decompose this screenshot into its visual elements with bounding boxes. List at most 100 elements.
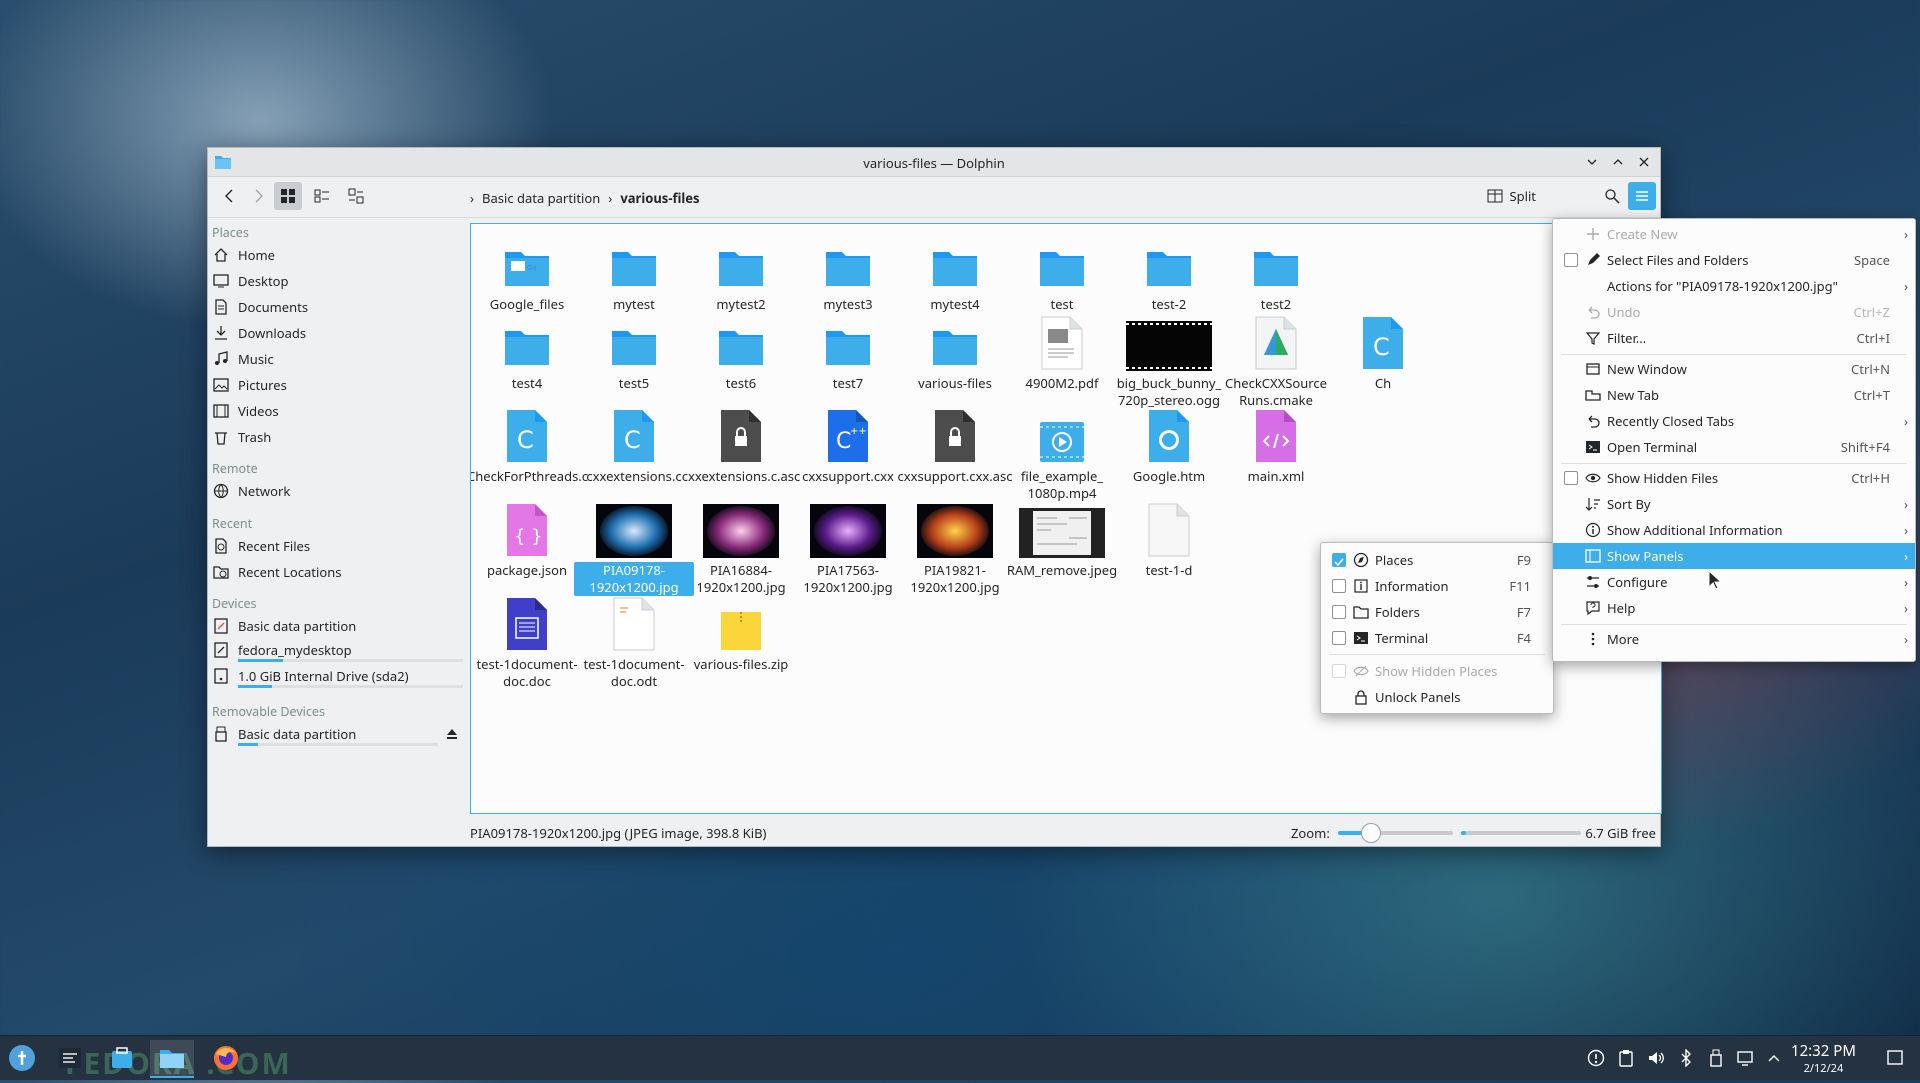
sidebar-item-documents[interactable]: Documents	[212, 295, 462, 319]
menu-item[interactable]: Show Panels ›	[1553, 543, 1915, 569]
sidebar-item-network[interactable]: Network	[212, 479, 462, 503]
file-item[interactable]: test-2	[1109, 230, 1229, 313]
menu-item[interactable]: Recently Closed Tabs ›	[1553, 408, 1915, 434]
compact-view-button[interactable]	[308, 182, 336, 210]
breadcrumb-current[interactable]: various-files	[620, 189, 699, 207]
network-manager-icon[interactable]	[1586, 1048, 1606, 1068]
removable-devices-icon[interactable]	[1706, 1048, 1726, 1068]
taskbar-app-discover[interactable]	[100, 1040, 144, 1076]
panels-menu-item[interactable]: Folders F7	[1321, 599, 1553, 625]
menu-item[interactable]: More ›	[1553, 626, 1915, 652]
menu-checkbox[interactable]	[1564, 253, 1578, 267]
menu-checkbox[interactable]	[1564, 471, 1578, 485]
menu-item[interactable]: Filter... Ctrl+I	[1553, 325, 1915, 351]
file-view[interactable]: Go Google_files mytest mytest2 mytest3 mytest…	[470, 223, 1662, 814]
taskbar-app-settings[interactable]	[48, 1040, 92, 1076]
file-item[interactable]: Go Google_files	[471, 230, 587, 313]
sidebar-item-videos[interactable]: Videos	[212, 399, 462, 423]
volume-icon[interactable]	[1646, 1048, 1666, 1068]
file-item[interactable]: mytest3	[788, 230, 908, 313]
hamburger-menu-button[interactable]	[1628, 182, 1656, 210]
unchecked-checkbox[interactable]	[1332, 579, 1346, 593]
file-item[interactable]: mytest4	[895, 230, 1015, 313]
file-item[interactable]: 4900M2.pdf	[1002, 309, 1122, 392]
file-item[interactable]: PIA09178- 1920x1200.jpg	[574, 496, 694, 596]
file-item[interactable]: PIA16884- 1920x1200.jpg	[681, 496, 801, 596]
menu-item[interactable]: Configure ›	[1553, 569, 1915, 595]
sidebar-item-desktop[interactable]: Desktop	[212, 269, 462, 293]
file-item[interactable]: test5	[574, 309, 694, 392]
menu-item[interactable]: Help ›	[1553, 595, 1915, 621]
file-item[interactable]: test-1document- doc.doc	[471, 590, 587, 690]
details-view-button[interactable]	[342, 182, 370, 210]
taskbar-app-firefox[interactable]	[204, 1040, 248, 1076]
zoom-slider-handle[interactable]	[1361, 823, 1381, 843]
application-launcher[interactable]	[0, 1040, 44, 1076]
close-button[interactable]	[1634, 152, 1654, 172]
digital-clock[interactable]: 12:32 PM 2/12/24	[1791, 1041, 1856, 1076]
file-item[interactable]: test2	[1216, 230, 1336, 313]
file-item[interactable]: test7	[788, 309, 908, 392]
file-item[interactable]: mytest2	[681, 230, 801, 313]
menu-item[interactable]: Open Terminal Shift+F4	[1553, 434, 1915, 460]
file-item[interactable]: main.xml	[1216, 402, 1336, 485]
file-item[interactable]: file_example_ 1080p.mp4	[1002, 402, 1122, 502]
show-hidden-icons-icon[interactable]	[1764, 1048, 1784, 1068]
panels-menu-item[interactable]: Unlock Panels	[1321, 684, 1553, 710]
forward-button[interactable]	[244, 182, 272, 210]
file-item[interactable]: PIA17563- 1920x1200.jpg	[788, 496, 908, 596]
sidebar-item-recent-files[interactable]: Recent Files	[212, 534, 462, 558]
sidebar-item-recent-locations[interactable]: Recent Locations	[212, 560, 462, 584]
menu-item[interactable]: Select Files and Folders Space	[1553, 247, 1915, 273]
zoom-slider[interactable]	[1338, 831, 1453, 835]
menu-item[interactable]: Show Additional Information ›	[1553, 517, 1915, 543]
panels-menu-item[interactable]: Places F9	[1321, 547, 1553, 573]
search-button[interactable]	[1598, 182, 1626, 210]
sidebar-item-basic-data-partition[interactable]: Basic data partition	[212, 614, 462, 638]
file-item[interactable]: mytest	[574, 230, 694, 313]
file-item[interactable]: cxxsupport.cxx.asc	[895, 402, 1015, 485]
minimize-button[interactable]	[1582, 152, 1602, 172]
show-desktop-icon[interactable]	[1885, 1048, 1905, 1068]
display-configuration-icon[interactable]	[1736, 1048, 1756, 1068]
panels-menu-item[interactable]: Information F11	[1321, 573, 1553, 599]
file-item[interactable]: C ++ cxxsupport.cxx	[788, 402, 908, 485]
sidebar-item-trash[interactable]: Trash	[212, 425, 462, 449]
icons-view-button[interactable]	[274, 182, 302, 210]
sidebar-item-music[interactable]: Music	[212, 347, 462, 371]
file-item[interactable]: various-files	[895, 309, 1015, 392]
file-item[interactable]: test-1document- doc.odt	[574, 590, 694, 690]
menu-item[interactable]: Show Hidden Files Ctrl+H	[1553, 465, 1915, 491]
file-item[interactable]: cxxextensions.c.asc	[681, 402, 801, 485]
eject-icon[interactable]	[445, 726, 459, 744]
file-item[interactable]: Google.htm	[1109, 402, 1229, 485]
unchecked-checkbox[interactable]	[1332, 605, 1346, 619]
file-item[interactable]: CheckCXXSource Runs.cmake	[1216, 309, 1336, 409]
breadcrumb-item[interactable]: Basic data partition	[482, 189, 600, 207]
unchecked-checkbox[interactable]	[1332, 631, 1346, 645]
file-item[interactable]: C Ch	[1323, 309, 1443, 392]
clipboard-icon[interactable]	[1616, 1048, 1636, 1068]
titlebar[interactable]: various-files — Dolphin	[208, 148, 1660, 177]
sidebar-item-home[interactable]: Home	[212, 243, 462, 267]
file-item[interactable]: test4	[471, 309, 587, 392]
file-item[interactable]: test6	[681, 309, 801, 392]
file-item[interactable]: test	[1002, 230, 1122, 313]
file-item[interactable]: RAM_remove.jpeg	[1002, 496, 1122, 579]
file-item[interactable]: Ccxxextensions.c	[574, 402, 694, 485]
maximize-button[interactable]	[1608, 152, 1628, 172]
file-item[interactable]: { } package.json	[471, 496, 587, 579]
split-button[interactable]: Split	[1483, 184, 1540, 208]
sidebar-item-pictures[interactable]: Pictures	[212, 373, 462, 397]
checked-checkbox-icon[interactable]	[1332, 553, 1346, 567]
file-item[interactable]: PIA19821- 1920x1200.jpg	[895, 496, 1015, 596]
file-item[interactable]: C CheckForPthreads.c	[471, 402, 588, 485]
menu-item[interactable]: New Tab Ctrl+T	[1553, 382, 1915, 408]
menu-item[interactable]: Sort By ›	[1553, 491, 1915, 517]
panels-menu-item[interactable]: Terminal F4	[1321, 625, 1553, 651]
file-item[interactable]: big_buck_bunny_ 720p_stereo.ogg	[1109, 309, 1229, 409]
file-item[interactable]: test-1-d	[1109, 496, 1229, 579]
menu-item[interactable]: New Window Ctrl+N	[1553, 356, 1915, 382]
back-button[interactable]	[216, 182, 244, 210]
sidebar-item-downloads[interactable]: Downloads	[212, 321, 462, 345]
